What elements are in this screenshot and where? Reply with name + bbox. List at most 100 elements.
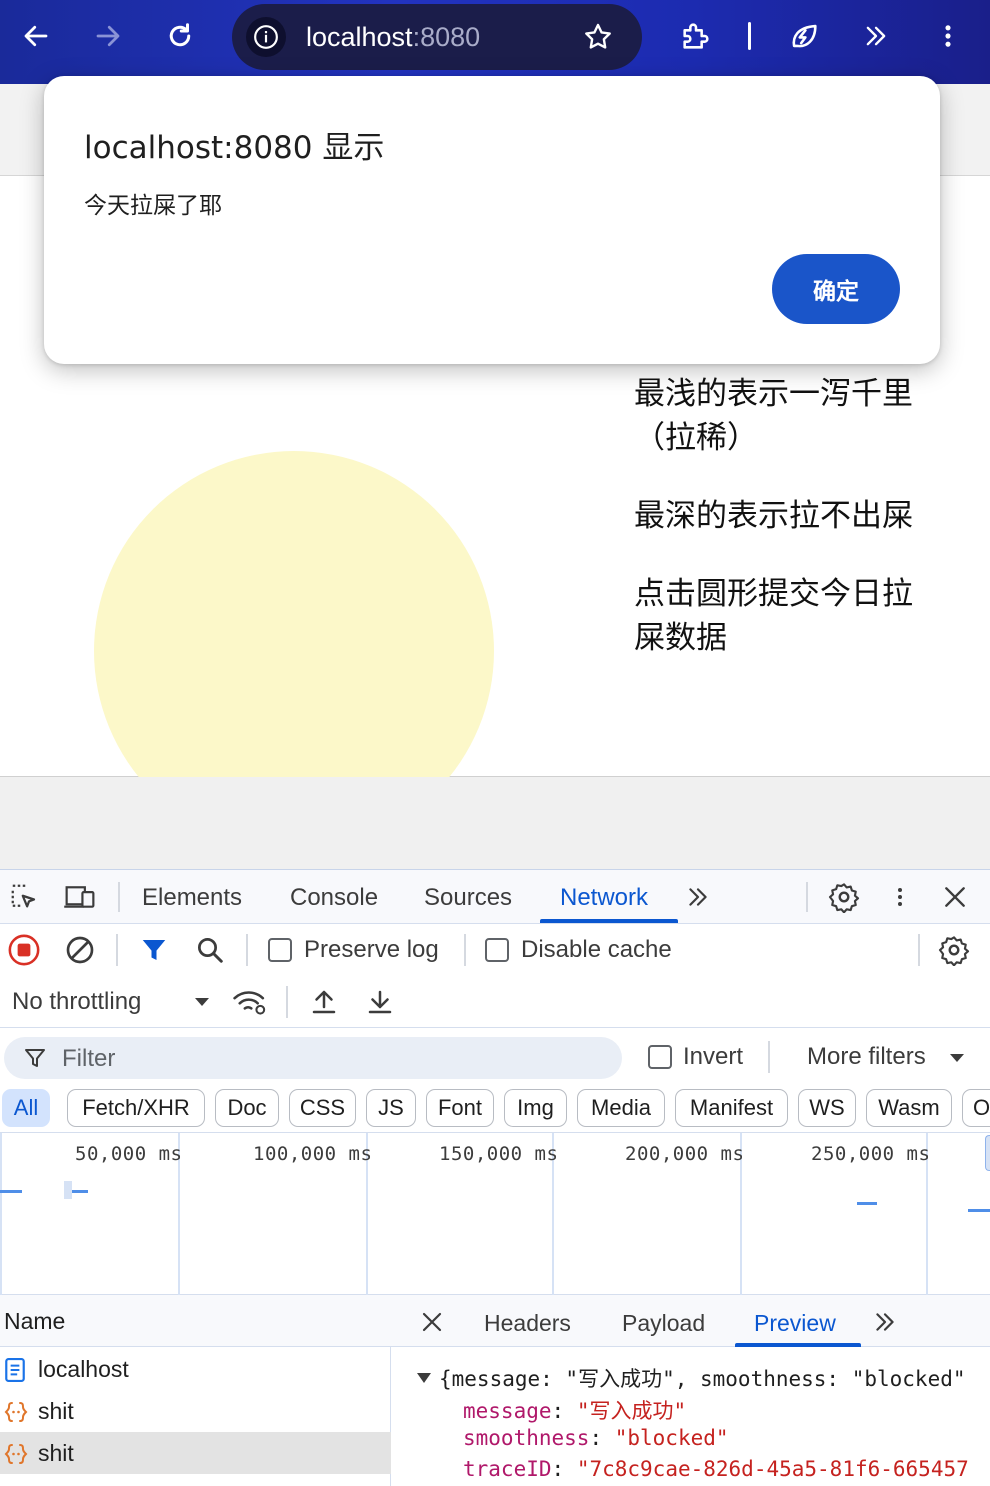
forward-arrow-icon: [96, 25, 120, 47]
filter-funnel-icon[interactable]: [136, 932, 172, 968]
dialog-message: 今天拉屎了耶: [84, 193, 222, 219]
timeline-label: 200,000 ms: [625, 1143, 745, 1165]
fetch-braces-icon: [4, 1442, 28, 1464]
chip-font[interactable]: Font: [426, 1089, 494, 1127]
chip-wasm[interactable]: Wasm: [866, 1089, 952, 1127]
tab-preview[interactable]: Preview: [754, 1310, 836, 1337]
request-row-selected[interactable]: shit: [0, 1432, 391, 1474]
row2-divider-3: [464, 934, 466, 966]
browser-menu-button[interactable]: [924, 12, 972, 60]
reload-button[interactable]: [156, 12, 204, 60]
devtools-menu-icon[interactable]: [884, 880, 916, 914]
clear-icon[interactable]: [62, 932, 98, 968]
puzzle-icon: [683, 23, 709, 49]
filter-placeholder: Filter: [62, 1045, 116, 1072]
fetch-braces-icon: [4, 1400, 28, 1422]
hint-deep: 最深的表示拉不出屎: [634, 498, 913, 534]
bookmark-star-icon[interactable]: [582, 21, 614, 53]
more-filters-dropdown-icon[interactable]: [946, 1047, 968, 1069]
chip-img[interactable]: Img: [504, 1089, 567, 1127]
preview-field: message: "写入成功": [463, 1399, 687, 1423]
throttling-dropdown-icon[interactable]: [190, 990, 214, 1014]
chip-all[interactable]: All: [2, 1089, 50, 1127]
chip-fetch-xhr[interactable]: Fetch/XHR: [67, 1089, 205, 1127]
row2-divider-4: [918, 934, 920, 966]
chip-doc[interactable]: Doc: [215, 1089, 279, 1127]
throttling-toolbar: No throttling: [0, 976, 990, 1028]
preview-summary[interactable]: {message: "写入成功", smoothness: "blocked": [439, 1363, 966, 1393]
throttling-select[interactable]: No throttling: [12, 988, 141, 1016]
url-text[interactable]: localhost:8080: [306, 22, 480, 53]
request-list: Name localhost shit shit: [0, 1295, 391, 1486]
request-name: shit: [38, 1440, 74, 1466]
active-detail-tab-indicator: [735, 1343, 861, 1347]
timeline-range-handle[interactable]: [985, 1135, 990, 1171]
disable-cache-label: Disable cache: [521, 936, 672, 963]
dialog-title: localhost:8080 显示: [84, 130, 385, 166]
record-stop-icon[interactable]: [6, 932, 42, 968]
browser-toolbar: localhost:8080: [0, 0, 990, 84]
tab-payload[interactable]: Payload: [622, 1310, 705, 1337]
extensions-button[interactable]: [672, 12, 720, 60]
export-har-icon[interactable]: [362, 984, 398, 1020]
timeline-label: 150,000 ms: [439, 1143, 559, 1165]
network-settings-gear-icon[interactable]: [936, 932, 972, 968]
chip-js[interactable]: JS: [366, 1089, 416, 1127]
more-tabs-icon[interactable]: [682, 882, 714, 912]
chip-other[interactable]: O: [962, 1089, 990, 1127]
kebab-menu-icon: [945, 25, 951, 47]
close-details-icon[interactable]: [417, 1307, 447, 1337]
network-conditions-icon[interactable]: [230, 984, 270, 1020]
request-row[interactable]: shit: [0, 1390, 391, 1432]
chip-manifest[interactable]: Manifest: [675, 1089, 788, 1127]
request-row[interactable]: localhost: [0, 1348, 391, 1390]
invert-label: Invert: [683, 1043, 744, 1070]
settings-gear-icon[interactable]: [826, 880, 862, 914]
chip-css[interactable]: CSS: [289, 1089, 356, 1127]
field-value: "7c8c9cae-826d-45a5-81f6-665457: [576, 1457, 969, 1481]
performance-button[interactable]: [780, 12, 828, 60]
dialog-ok-button[interactable]: 确定: [772, 254, 900, 324]
tab-console[interactable]: Console: [290, 884, 378, 912]
tab-headers[interactable]: Headers: [484, 1310, 571, 1337]
name-column-header[interactable]: Name: [4, 1308, 65, 1335]
tab-network[interactable]: Network: [560, 884, 648, 912]
preserve-log-checkbox[interactable]: [268, 938, 292, 962]
preview-field: smoothness: "blocked": [463, 1426, 729, 1450]
close-devtools-icon[interactable]: [938, 880, 972, 914]
device-toolbar-icon[interactable]: [60, 880, 100, 914]
address-bar[interactable]: localhost:8080: [232, 4, 642, 70]
filter-input[interactable]: Filter: [4, 1037, 622, 1079]
import-har-icon[interactable]: [306, 984, 342, 1020]
forward-button[interactable]: [84, 12, 132, 60]
filter-icon: [22, 1045, 48, 1071]
tab-sources[interactable]: Sources: [424, 884, 512, 912]
chip-media[interactable]: Media: [577, 1089, 665, 1127]
details-tabbar: Headers Payload Preview: [391, 1295, 990, 1347]
request-details: Headers Payload Preview {message: "写入成功"…: [391, 1295, 990, 1486]
back-button[interactable]: [12, 12, 60, 60]
devtools-tabbar: Elements Console Sources Network: [0, 870, 990, 924]
network-overview-timeline[interactable]: 50,000 ms 100,000 ms 150,000 ms 200,000 …: [0, 1133, 990, 1295]
timeline-request-bar: [968, 1209, 990, 1212]
search-icon[interactable]: [192, 932, 228, 968]
url-host: localhost: [306, 22, 413, 52]
field-value: "blocked": [614, 1426, 729, 1450]
resource-type-chips: All Fetch/XHR Doc CSS JS Font Img Media …: [0, 1085, 990, 1133]
filter-divider: [768, 1041, 770, 1073]
tab-elements[interactable]: Elements: [142, 884, 242, 912]
site-info-icon[interactable]: [246, 17, 286, 57]
toolbar-overflow-button[interactable]: [852, 12, 900, 60]
more-filters-button[interactable]: More filters: [807, 1043, 926, 1071]
more-detail-tabs-icon[interactable]: [869, 1307, 901, 1337]
toolbar-divider: [748, 22, 751, 50]
disable-cache-checkbox[interactable]: [485, 938, 509, 962]
back-arrow-icon: [24, 25, 48, 47]
invert-checkbox[interactable]: [648, 1045, 672, 1069]
inspect-element-icon[interactable]: [6, 880, 42, 914]
tab-divider-right: [806, 882, 808, 912]
row2-divider-1: [116, 934, 118, 966]
chip-ws[interactable]: WS: [798, 1089, 856, 1127]
expand-triangle-icon[interactable]: [415, 1371, 433, 1385]
row3-divider: [286, 986, 288, 1018]
